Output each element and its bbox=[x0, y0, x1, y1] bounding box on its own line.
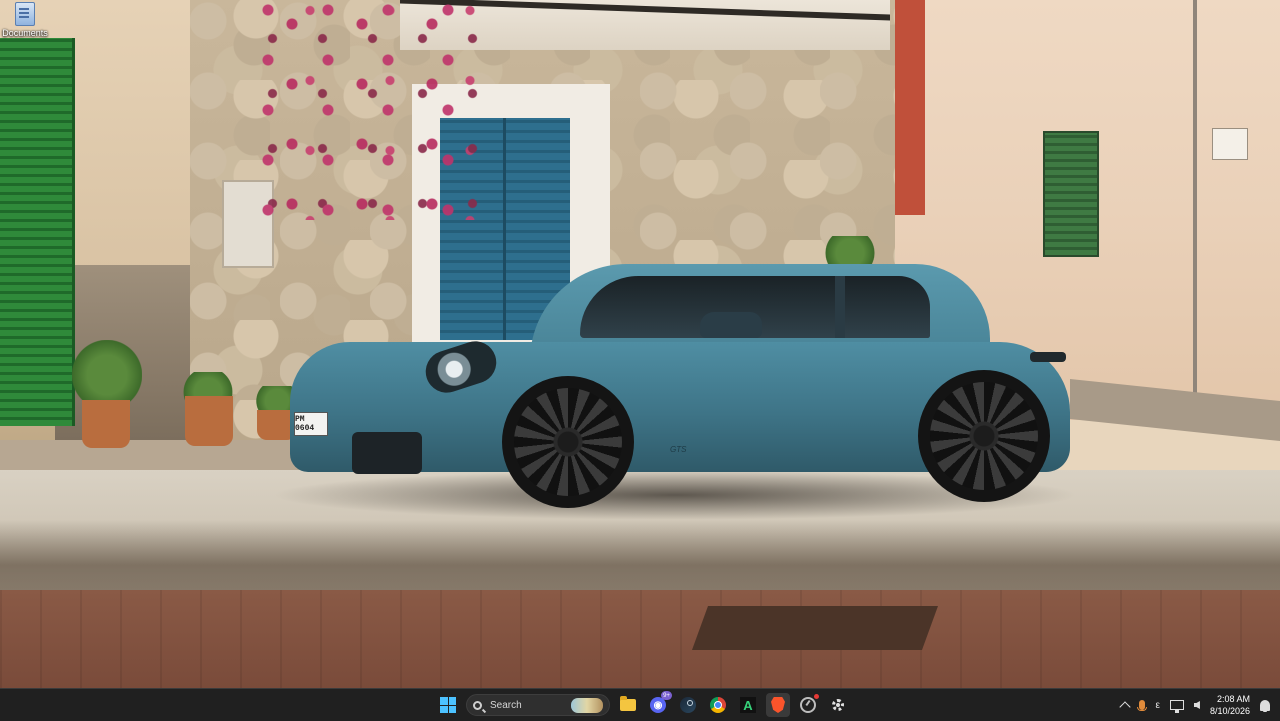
taskbar-monitor-app[interactable] bbox=[796, 693, 820, 717]
taskbar-chrome[interactable] bbox=[706, 693, 730, 717]
brave-icon bbox=[771, 697, 785, 713]
taskbar-apps: Search ◉ 9+ A bbox=[436, 689, 850, 721]
wallpaper-drain-cover bbox=[691, 606, 939, 650]
clock-date: 8/10/2026 bbox=[1209, 706, 1250, 716]
taskbar-settings-app[interactable] bbox=[826, 693, 850, 717]
desktop-icon-documents[interactable]: Documents bbox=[2, 2, 48, 42]
wallpaper-pipe bbox=[1193, 0, 1197, 410]
microphone-icon[interactable] bbox=[1137, 700, 1148, 711]
input-method-indicator[interactable]: ε bbox=[1155, 700, 1159, 711]
desktop-icon-label: Documents bbox=[2, 28, 48, 38]
search-placeholder: Search bbox=[490, 699, 522, 711]
taskbar-search-box[interactable]: Search bbox=[466, 694, 610, 716]
car-badge: GTS bbox=[670, 445, 687, 454]
clock-time: 2:08 AM bbox=[1216, 694, 1250, 704]
notifications-bell-icon[interactable] bbox=[1260, 699, 1270, 712]
documents-icon bbox=[15, 2, 35, 26]
car-rear-wheel bbox=[918, 370, 1050, 502]
wallpaper-pot bbox=[82, 400, 130, 448]
vectorworks-icon: A bbox=[740, 697, 756, 713]
network-icon[interactable] bbox=[1169, 700, 1184, 713]
wallpaper-bougainvillea bbox=[250, 0, 480, 220]
taskbar-brave[interactable] bbox=[766, 693, 790, 717]
windows-logo-icon bbox=[440, 697, 456, 713]
wallpaper-street-sign bbox=[1212, 128, 1248, 160]
taskbar-file-explorer[interactable] bbox=[616, 693, 640, 717]
car-license-plate: PM 0604 bbox=[294, 412, 328, 436]
wallpaper-brick-pavement bbox=[0, 590, 1280, 688]
taskbar-discord[interactable]: ◉ 9+ bbox=[646, 691, 672, 717]
taskbar: Search ◉ 9+ A ε 2:08 AM 8/10/2026 bbox=[0, 688, 1280, 721]
chrome-icon bbox=[710, 697, 726, 713]
desktop-wallpaper: PM 0604 GTS bbox=[0, 0, 1280, 688]
show-hidden-icons-chevron-icon[interactable] bbox=[1119, 701, 1132, 713]
car-front-wheel bbox=[502, 376, 634, 508]
search-icon bbox=[473, 700, 482, 710]
car-grille bbox=[352, 432, 422, 474]
clock[interactable]: 2:08 AM 8/10/2026 bbox=[1210, 693, 1250, 717]
folder-icon bbox=[620, 696, 636, 711]
taskbar-vectorworks[interactable]: A bbox=[736, 693, 760, 717]
system-tray: ε 2:08 AM 8/10/2026 bbox=[1119, 689, 1270, 721]
wallpaper-pot bbox=[185, 396, 233, 446]
wallpaper-green-shutter-window bbox=[1043, 131, 1099, 257]
wallpaper-green-shutter-door bbox=[0, 38, 75, 426]
gear-icon bbox=[832, 699, 844, 711]
notification-badge: 9+ bbox=[661, 691, 672, 700]
monitor-icon bbox=[800, 697, 816, 713]
wallpaper-red-wall bbox=[890, 0, 925, 215]
start-button[interactable] bbox=[436, 693, 460, 717]
steam-icon bbox=[680, 697, 696, 713]
taskbar-steam[interactable] bbox=[676, 693, 700, 717]
search-highlight-image bbox=[571, 698, 603, 713]
car-pillar bbox=[835, 276, 845, 338]
volume-icon[interactable] bbox=[1193, 701, 1200, 709]
wallpaper-sports-car: PM 0604 GTS bbox=[290, 262, 1075, 512]
alert-dot bbox=[814, 694, 819, 699]
car-taillight bbox=[1030, 352, 1066, 362]
car-mirror bbox=[700, 312, 762, 338]
